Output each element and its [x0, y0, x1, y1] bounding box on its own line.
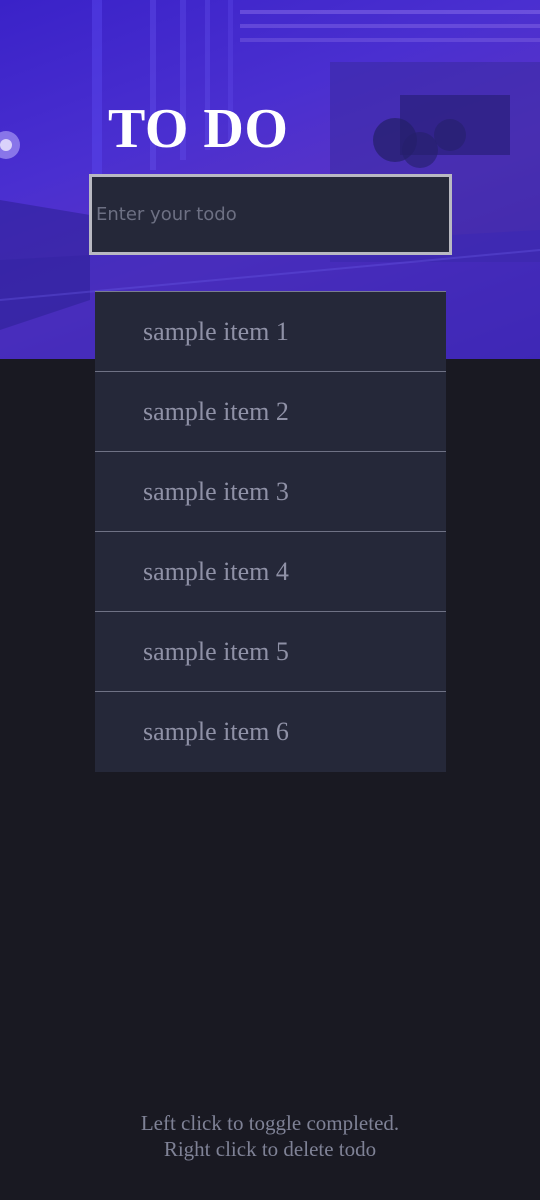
footer-instructions: Left click to toggle completed. Right cl…: [0, 1110, 540, 1162]
todo-item-6[interactable]: sample item 6: [95, 692, 446, 772]
page-title: TO DO: [108, 98, 289, 160]
todo-item-2[interactable]: sample item 2: [95, 372, 446, 452]
todo-item-4[interactable]: sample item 4: [95, 532, 446, 612]
todo-item-3[interactable]: sample item 3: [95, 452, 446, 532]
todo-item-1[interactable]: sample item 1: [95, 292, 446, 372]
footer-line-delete: Right click to delete todo: [163, 1137, 377, 1161]
todo-list: sample item 1 sample item 2 sample item …: [95, 291, 446, 772]
todo-item-5[interactable]: sample item 5: [95, 612, 446, 692]
footer-line-toggle: Left click to toggle completed.: [140, 1111, 400, 1135]
todo-input[interactable]: [89, 174, 452, 255]
